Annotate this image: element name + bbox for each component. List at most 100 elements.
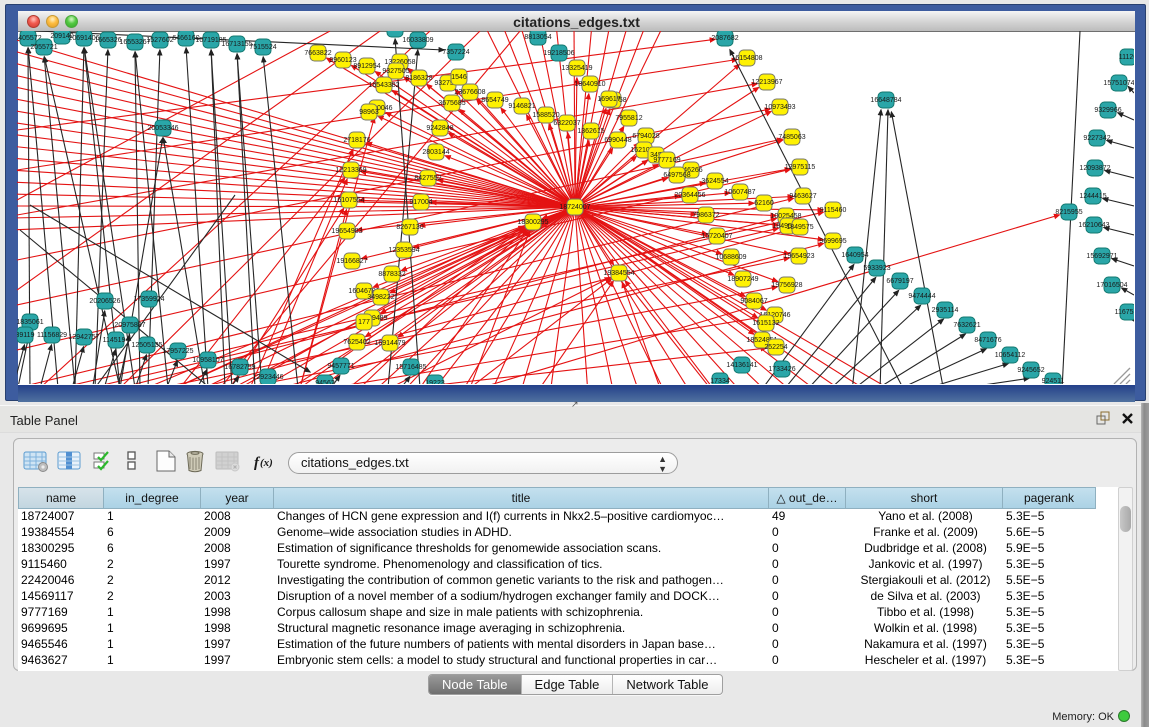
svg-text:924511: 924511	[1042, 378, 1065, 384]
svg-text:9115460: 9115460	[820, 207, 847, 214]
svg-text:1640954: 1640954	[841, 252, 868, 259]
svg-text:16543382: 16543382	[368, 82, 399, 89]
svg-text:2087682: 2087682	[711, 35, 738, 42]
svg-text:62160: 62160	[754, 200, 774, 207]
svg-text:5933923: 5933923	[863, 265, 890, 272]
svg-text:3624554: 3624554	[701, 178, 728, 185]
svg-text:6679197: 6679197	[886, 278, 913, 285]
svg-text:1244415: 1244415	[1079, 193, 1106, 200]
svg-text:19384554: 19384554	[603, 270, 634, 277]
svg-text:1546: 1546	[451, 74, 467, 81]
svg-text:16782759: 16782759	[224, 364, 255, 371]
svg-text:12213967: 12213967	[751, 79, 782, 86]
svg-text:19218506: 19218506	[543, 50, 574, 57]
svg-text:12975115: 12975115	[785, 164, 816, 171]
svg-text:18640910: 18640910	[574, 81, 605, 88]
svg-text:39119: 39119	[17, 332, 35, 339]
svg-text:8813054: 8813054	[524, 34, 551, 41]
svg-text:16713155: 16713155	[221, 41, 252, 48]
svg-text:1835061: 1835061	[17, 319, 44, 326]
svg-text:(x): (x)	[260, 457, 273, 469]
svg-text:10973493: 10973493	[764, 104, 795, 111]
svg-text:7515524: 7515524	[249, 44, 276, 51]
svg-text:10654112: 10654112	[995, 352, 1026, 359]
svg-text:17957225: 17957225	[162, 348, 193, 355]
svg-text:1588520: 1588520	[532, 112, 559, 119]
svg-text:12923446: 12923446	[252, 374, 283, 381]
svg-text:7955812: 7955812	[615, 115, 642, 122]
svg-text:6322037: 6322037	[553, 120, 580, 127]
svg-text:10958107: 10958107	[192, 357, 223, 364]
svg-text:8186328: 8186328	[405, 75, 432, 82]
svg-text:16033809: 16033809	[402, 37, 433, 44]
svg-text:3498222: 3498222	[367, 294, 394, 301]
svg-text:98963: 98963	[359, 109, 379, 116]
svg-text:177: 177	[358, 319, 370, 326]
svg-text:19166827: 19166827	[336, 258, 367, 265]
svg-text:1603380: 1603380	[381, 31, 408, 33]
svg-text:2803144: 2803144	[422, 149, 449, 156]
svg-text:17359924: 17359924	[133, 296, 164, 303]
svg-text:12505135: 12505135	[131, 342, 162, 349]
svg-text:9463627: 9463627	[789, 193, 816, 200]
svg-text:7663822: 7663822	[304, 50, 331, 57]
svg-text:1665326: 1665326	[94, 37, 121, 44]
svg-text:1733426: 1733426	[768, 366, 795, 373]
svg-text:8267130: 8267130	[396, 224, 423, 231]
svg-text:9777169: 9777169	[653, 157, 680, 164]
svg-text:14136141: 14136141	[726, 362, 757, 369]
svg-text:8215955: 8215955	[1055, 209, 1082, 216]
svg-text:23676608: 23676608	[454, 89, 485, 96]
svg-text:7632621: 7632621	[953, 322, 980, 329]
svg-text:9242848: 9242848	[426, 125, 453, 132]
svg-text:1527602: 1527602	[146, 37, 173, 44]
svg-text:917004: 917004	[409, 199, 432, 206]
svg-text:17016504: 17016504	[1096, 282, 1127, 289]
svg-text:19223: 19223	[425, 380, 445, 384]
svg-text:12213369: 12213369	[335, 167, 366, 174]
svg-text:6794028: 6794028	[632, 133, 659, 140]
svg-text:19654923: 19654923	[783, 253, 814, 260]
svg-text:15716485: 15716485	[395, 364, 426, 371]
svg-text:9146821: 9146821	[508, 103, 535, 110]
svg-text:15720407: 15720407	[701, 233, 732, 240]
svg-text:20206526: 20206526	[89, 298, 120, 305]
svg-text:94562: 94562	[315, 380, 335, 384]
svg-text:8471676: 8471676	[974, 337, 1001, 344]
svg-text:11120: 11120	[1119, 54, 1134, 61]
svg-text:6497568: 6497568	[663, 172, 690, 179]
svg-text:6990448: 6990448	[604, 137, 631, 144]
svg-text:18300295: 18300295	[517, 219, 548, 226]
svg-text:1849575: 1849575	[786, 224, 813, 231]
svg-text:7357224: 7357224	[442, 49, 469, 56]
svg-text:9457771: 9457771	[327, 363, 354, 370]
svg-text:1362615: 1362615	[577, 128, 604, 135]
svg-text:9329966: 9329966	[1094, 107, 1121, 114]
svg-text:8878332: 8878332	[378, 271, 405, 278]
svg-text:9699695: 9699695	[819, 238, 846, 245]
svg-text:12353594: 12353594	[388, 247, 419, 254]
svg-text:16914479: 16914479	[374, 340, 405, 347]
svg-text:2055721: 2055721	[30, 44, 57, 51]
svg-text:2718176: 2718176	[343, 137, 370, 144]
svg-text:3675685: 3675685	[438, 100, 465, 107]
svg-text:17334: 17334	[710, 378, 730, 384]
svg-text:16154808: 16154808	[731, 55, 762, 62]
svg-text:169617: 169617	[597, 96, 620, 103]
svg-text:9227342: 9227342	[1083, 135, 1110, 142]
svg-text:15751074: 15751074	[1103, 80, 1134, 87]
svg-text:19654983: 19654983	[331, 228, 362, 235]
svg-text:7625402: 7625402	[343, 339, 370, 346]
svg-text:7986372: 7986372	[692, 212, 719, 219]
svg-text:1615132: 1615132	[752, 320, 779, 327]
svg-text:19756928: 19756928	[771, 282, 802, 289]
svg-text:252254: 252254	[764, 344, 787, 351]
svg-text:9474444: 9474444	[908, 293, 935, 300]
svg-text:15692971: 15692971	[1086, 253, 1117, 260]
svg-text:16648784: 16648784	[870, 97, 901, 104]
svg-text:2935114: 2935114	[932, 307, 959, 314]
svg-text:8654749: 8654749	[481, 97, 508, 104]
svg-text:20975887: 20975887	[114, 322, 145, 329]
svg-text:16107554: 16107554	[333, 197, 364, 204]
svg-text:11156829: 11156829	[37, 332, 67, 339]
